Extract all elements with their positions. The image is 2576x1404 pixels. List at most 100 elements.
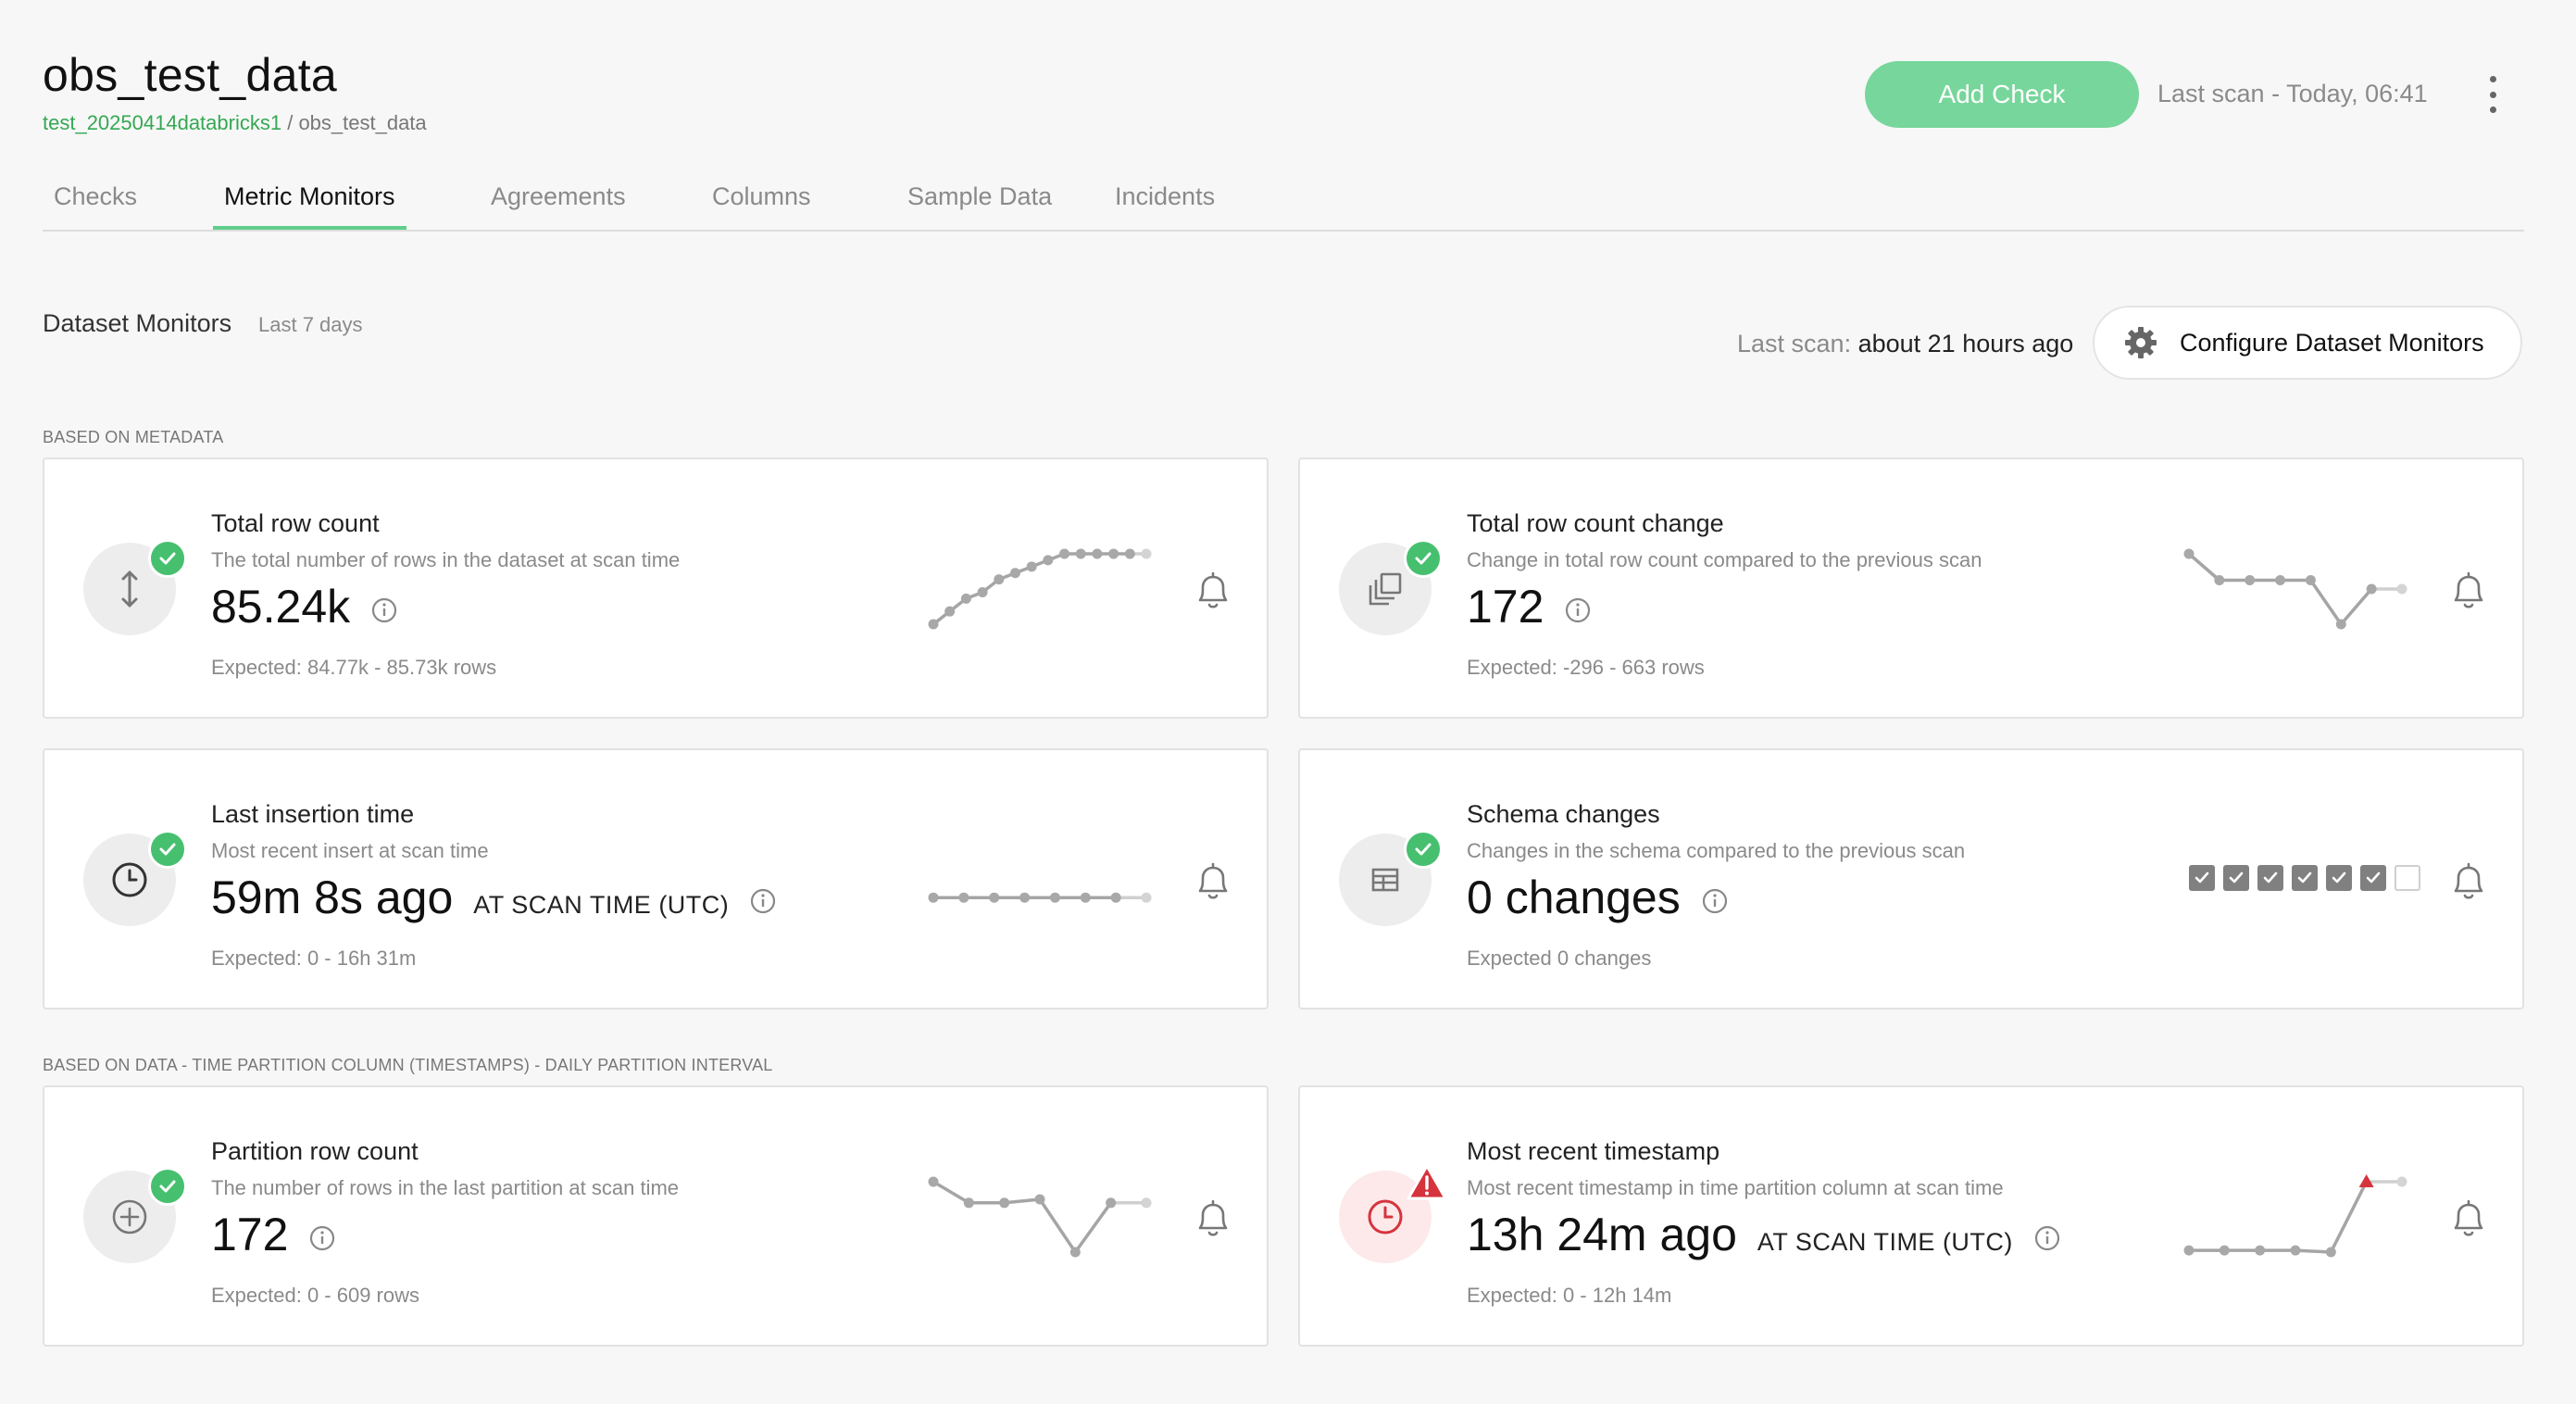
monitor-value-text: 172	[1467, 581, 1544, 633]
group-label-metadata: BASED ON METADATA	[43, 428, 224, 446]
monitor-description: Change in total row count compared to th…	[1467, 548, 1982, 571]
schema-empty-box	[2395, 865, 2420, 891]
trend-point	[2396, 583, 2407, 595]
schema-check-box	[2223, 865, 2249, 891]
schema-history	[2189, 865, 2420, 891]
trend-point	[1009, 568, 1020, 579]
tab-incidents[interactable]: Incidents	[1104, 180, 1226, 226]
monitor-card-partition-row-count[interactable]: Partition row count The number of rows i…	[43, 1085, 1269, 1347]
trend-point	[1043, 555, 1054, 566]
info-icon[interactable]	[1701, 887, 1729, 915]
monitor-icon	[1339, 830, 1443, 926]
monitor-icon	[83, 830, 187, 926]
group-label-data: BASED ON DATA - TIME PARTITION COLUMN (T…	[43, 1056, 773, 1074]
section-title: Dataset Monitors	[43, 309, 232, 337]
warning-icon	[1407, 1164, 1447, 1200]
monitor-title: Schema changes	[1467, 800, 1660, 828]
trend-segment	[1073, 1201, 1113, 1254]
monitor-card-total-row-count[interactable]: Total row count The total number of rows…	[43, 458, 1269, 719]
add-check-button[interactable]: Add Check	[1865, 61, 2139, 128]
trend-point	[2305, 575, 2316, 585]
bell-icon[interactable]	[1193, 1197, 1233, 1241]
trend-point	[1034, 1194, 1045, 1205]
tab-checks[interactable]: Checks	[43, 180, 148, 226]
monitor-card-total-row-count-change[interactable]: Total row count change Change in total r…	[1298, 458, 2524, 719]
monitor-icon	[83, 1167, 187, 1263]
configure-dataset-monitors-button[interactable]: Configure Dataset Monitors	[2093, 306, 2522, 380]
tab-bar: Checks Metric Monitors Agreements Column…	[43, 176, 2524, 232]
monitor-card-most-recent-timestamp[interactable]: Most recent timestamp Most recent timest…	[1298, 1085, 2524, 1347]
trend-point	[2214, 575, 2225, 585]
trend-sparkline	[2183, 1174, 2407, 1258]
trend-point	[928, 1176, 939, 1187]
monitor-expected: Expected 0 changes	[1467, 946, 1652, 970]
schema-check-box	[2292, 865, 2318, 891]
info-icon[interactable]	[308, 1224, 336, 1252]
monitor-value-text: 172	[211, 1209, 289, 1260]
plus-circle-icon	[112, 1199, 147, 1235]
tab-sample-data[interactable]: Sample Data	[896, 180, 1063, 226]
trend-point	[963, 1197, 974, 1209]
trend-point	[994, 574, 1005, 585]
trend-sparkline	[2183, 548, 2407, 630]
trend-point	[2245, 575, 2256, 585]
trend-point	[1080, 892, 1091, 903]
monitor-expected: Expected: 0 - 609 rows	[211, 1284, 420, 1307]
trend-point	[928, 892, 939, 903]
more-options-icon[interactable]	[2483, 76, 2502, 113]
status-ok-icon	[148, 1167, 187, 1206]
trend-point	[1124, 548, 1135, 559]
bell-icon[interactable]	[2448, 859, 2489, 904]
status-ok-icon	[148, 539, 187, 578]
monitor-expected: Expected: -296 - 663 rows	[1467, 656, 1705, 679]
trend-point	[1141, 892, 1152, 903]
bell-icon[interactable]	[2448, 1197, 2489, 1241]
info-icon[interactable]	[1564, 596, 1592, 624]
trend-point	[1092, 548, 1103, 559]
scan-label: Last scan:	[1737, 330, 1852, 357]
configure-label: Configure Dataset Monitors	[2180, 328, 2484, 357]
bell-icon[interactable]	[1193, 859, 1233, 904]
breadcrumb: test_20250414databricks1 / obs_test_data	[43, 111, 427, 135]
trend-point	[1049, 892, 1060, 903]
breadcrumb-separator: /	[281, 111, 299, 134]
status-ok-icon	[148, 830, 187, 869]
trend-point	[977, 586, 988, 597]
monitor-card-schema-changes[interactable]: Schema changes Changes in the schema com…	[1298, 748, 2524, 1009]
trend-point	[928, 619, 939, 630]
tab-agreements[interactable]: Agreements	[480, 180, 637, 226]
bell-icon[interactable]	[1193, 569, 1233, 613]
trend-segment	[932, 1180, 970, 1205]
monitor-value-suffix: AT SCAN TIME (UTC)	[1757, 1228, 2013, 1256]
monitor-description: The number of rows in the last partition…	[211, 1176, 680, 1199]
status-ok-icon	[1404, 830, 1443, 869]
tab-columns[interactable]: Columns	[701, 180, 822, 226]
schema-check-box	[2360, 865, 2386, 891]
monitor-value: 13h 24m ago AT SCAN TIME (UTC)	[1467, 1208, 2061, 1261]
trend-sparkline	[928, 892, 1152, 903]
monitor-value: 59m 8s ago AT SCAN TIME (UTC)	[211, 871, 777, 924]
stacked-copy-icon	[1369, 572, 1402, 606]
info-icon[interactable]	[749, 887, 777, 915]
breadcrumb-link[interactable]: test_20250414databricks1	[43, 111, 281, 134]
info-icon[interactable]	[370, 596, 398, 624]
trend-segment	[1004, 1197, 1041, 1205]
trend-point	[2275, 575, 2286, 585]
trend-point	[1141, 1197, 1152, 1209]
trend-point	[1108, 548, 1119, 559]
monitor-value-suffix: AT SCAN TIME (UTC)	[473, 891, 730, 919]
monitor-value: 0 changes	[1467, 871, 1729, 924]
breadcrumb-current: obs_test_data	[298, 111, 427, 134]
gear-icon	[2125, 327, 2157, 358]
bell-icon[interactable]	[2448, 569, 2489, 613]
trend-sparkline	[928, 548, 1152, 630]
monitor-description: Changes in the schema compared to the pr…	[1467, 839, 1966, 862]
trend-point	[2255, 1245, 2266, 1256]
info-icon[interactable]	[2033, 1224, 2061, 1252]
trend-point	[958, 892, 969, 903]
monitor-title: Most recent timestamp	[1467, 1137, 1720, 1165]
dataset-last-scan: Last scan: about 21 hours ago	[1737, 330, 2073, 358]
tab-metric-monitors[interactable]: Metric Monitors	[213, 180, 406, 230]
monitor-value: 172	[211, 1208, 336, 1261]
monitor-card-last-insertion-time[interactable]: Last insertion time Most recent insert a…	[43, 748, 1269, 1009]
